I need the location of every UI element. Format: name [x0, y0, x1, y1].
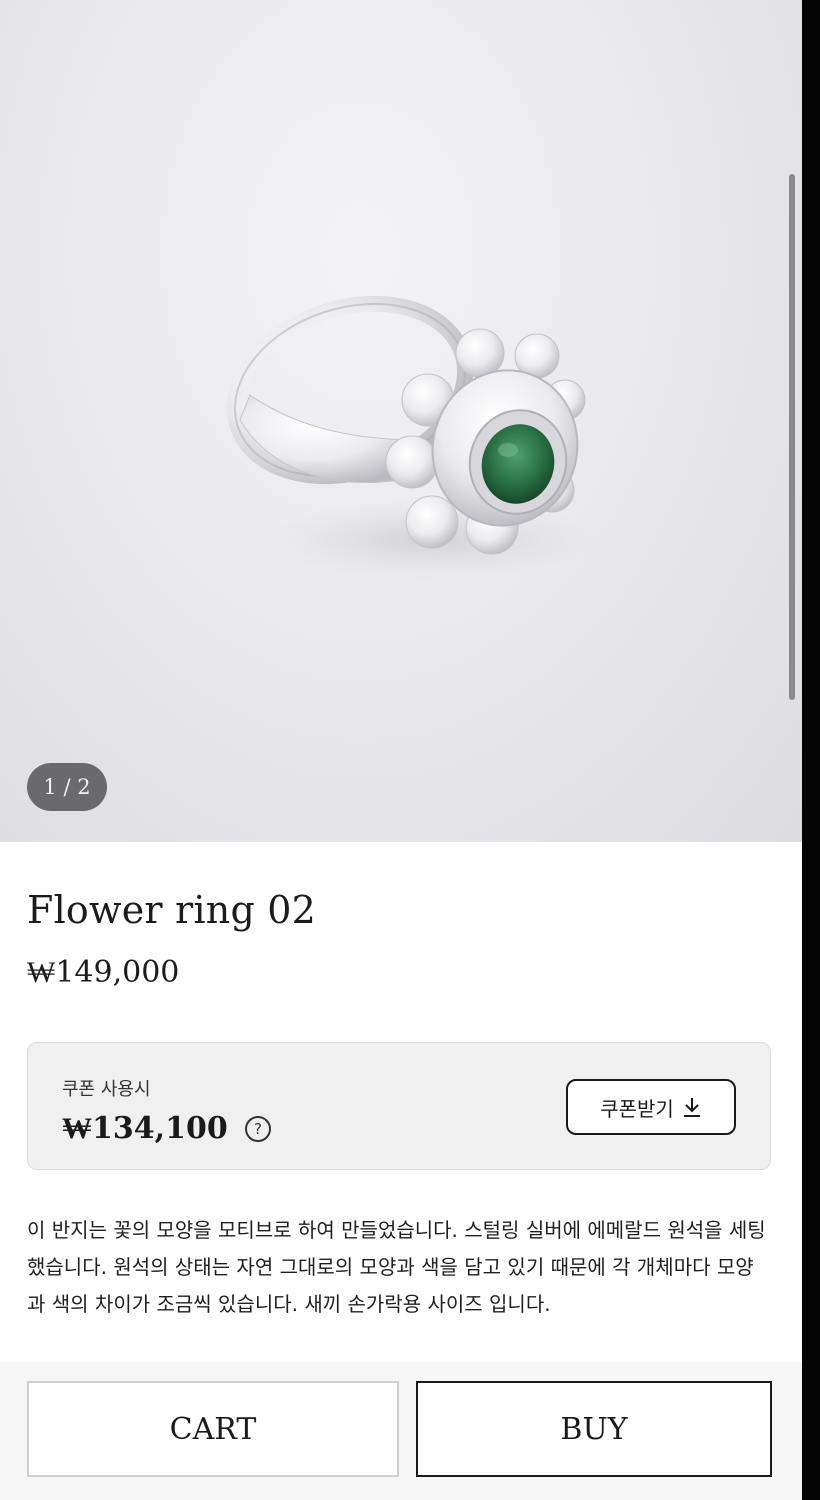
coupon-label: 쿠폰 사용시 [62, 1079, 151, 1100]
coupon-button-label: 쿠폰받기 [600, 1096, 674, 1121]
ring-photo [226, 295, 600, 580]
edge-bar [802, 0, 820, 1500]
coupon-price: ₩134,100 [62, 1111, 228, 1146]
get-coupon-button[interactable]: 쿠폰받기 [566, 1079, 736, 1135]
bottom-action-bar: CART BUY [0, 1362, 802, 1500]
help-circle-icon[interactable]: ? [245, 1116, 271, 1142]
product-image[interactable]: 1 / 2 [0, 0, 802, 842]
buy-button[interactable]: BUY [416, 1381, 772, 1477]
download-icon [683, 1098, 700, 1117]
scrollbar[interactable] [789, 174, 795, 700]
product-title: Flower ring 02 [27, 888, 317, 932]
image-counter: 1 / 2 [27, 763, 107, 811]
product-description: 이 반지는 꽃의 모양을 모티브로 하여 만들었습니다. 스털링 실버에 에메랄… [27, 1218, 766, 1316]
product-price: ₩149,000 [27, 955, 180, 990]
cart-button[interactable]: CART [27, 1381, 399, 1477]
coupon-box: 쿠폰 사용시 ₩134,100 ? 쿠폰받기 [27, 1042, 771, 1170]
